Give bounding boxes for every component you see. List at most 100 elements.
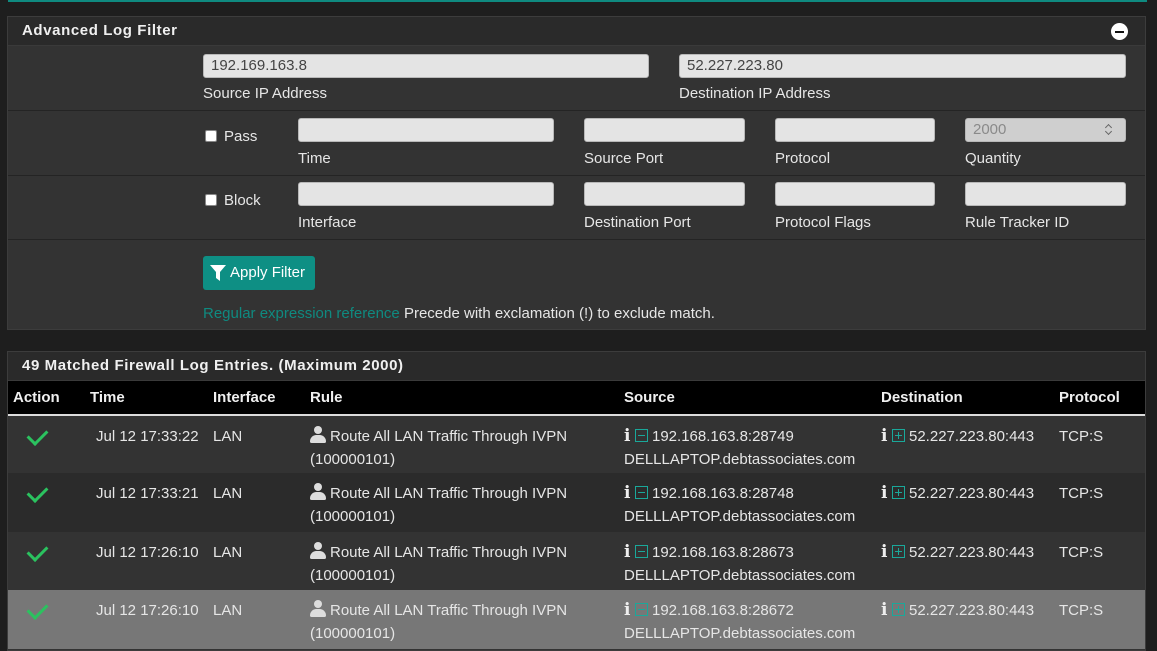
destination-ip-input[interactable]: 52.227.223.80 bbox=[679, 54, 1126, 78]
panel-header: Advanced Log Filter bbox=[8, 17, 1145, 46]
info-icon[interactable]: i bbox=[881, 425, 888, 448]
column-header-interface[interactable]: Interface bbox=[208, 381, 305, 416]
info-icon[interactable]: i bbox=[881, 482, 888, 505]
pass-check-icon[interactable] bbox=[26, 424, 49, 446]
regex-help: Regular expression reference Precede wit… bbox=[203, 305, 715, 322]
interface-cell: LAN bbox=[213, 428, 243, 445]
rule-id: (100000101) bbox=[310, 508, 396, 525]
regex-reference-link[interactable]: Regular expression reference bbox=[203, 305, 400, 322]
info-icon[interactable]: i bbox=[624, 599, 631, 622]
destination-port-input[interactable] bbox=[584, 182, 745, 206]
table-row: Jul 12 17:26:10 LAN Route All LAN Traffi… bbox=[8, 532, 1145, 590]
block-label: Block bbox=[224, 192, 261, 209]
interface-cell: LAN bbox=[213, 544, 243, 561]
pass-label: Pass bbox=[224, 128, 258, 145]
source-address: 192.168.163.8:28673 bbox=[652, 544, 794, 561]
destination-port-label: Destination Port bbox=[584, 214, 691, 231]
info-icon[interactable]: i bbox=[881, 541, 888, 564]
plus-icon[interactable] bbox=[892, 429, 905, 442]
quantity-input[interactable]: 2000 bbox=[965, 118, 1126, 142]
rule-name[interactable]: Route All LAN Traffic Through IVPN bbox=[330, 428, 567, 445]
info-icon[interactable]: i bbox=[624, 541, 631, 564]
rule-name[interactable]: Route All LAN Traffic Through IVPN bbox=[330, 602, 567, 619]
table-row: Jul 12 17:33:21 LAN Route All LAN Traffi… bbox=[8, 473, 1145, 532]
protocol-cell: TCP:S bbox=[1059, 485, 1104, 502]
destination-address: 52.227.223.80:443 bbox=[909, 602, 1035, 619]
plus-icon[interactable] bbox=[892, 603, 905, 616]
column-header-source[interactable]: Source bbox=[619, 381, 876, 416]
column-header-rule[interactable]: Rule bbox=[305, 381, 619, 416]
rule-tracker-id-label: Rule Tracker ID bbox=[965, 214, 1070, 231]
pass-checkbox[interactable] bbox=[205, 130, 217, 142]
column-header-time[interactable]: Time bbox=[85, 381, 208, 416]
interface-cell: LAN bbox=[213, 602, 243, 619]
destination-address: 52.227.223.80:443 bbox=[909, 485, 1035, 502]
rule-id: (100000101) bbox=[310, 625, 396, 642]
minus-icon[interactable] bbox=[635, 429, 648, 442]
source-hostname: DELLLAPTOP.debtassociates.com bbox=[624, 508, 856, 525]
info-icon[interactable]: i bbox=[624, 425, 631, 448]
plus-icon[interactable] bbox=[892, 545, 905, 558]
user-icon bbox=[310, 426, 326, 443]
apply-filter-button[interactable]: Apply Filter bbox=[203, 256, 315, 290]
rule-cell: Route All LAN Traffic Through IVPN (10000… bbox=[305, 590, 619, 649]
plus-icon[interactable] bbox=[892, 486, 905, 499]
minus-icon[interactable] bbox=[635, 486, 648, 499]
firewall-log-panel: 49 Matched Firewall Log Entries. (Maximu… bbox=[7, 351, 1146, 651]
minus-icon[interactable] bbox=[635, 545, 648, 558]
info-icon[interactable]: i bbox=[624, 482, 631, 505]
time-cell: Jul 12 17:33:21 bbox=[96, 485, 199, 502]
rule-cell: Route All LAN Traffic Through IVPN (10000… bbox=[305, 532, 619, 590]
table-row: Jul 12 17:33:22 LAN Route All LAN Traffi… bbox=[8, 415, 1145, 473]
log-title: 49 Matched Firewall Log Entries. (Maximu… bbox=[22, 357, 404, 374]
destination-cell: i 52.227.223.80:443 bbox=[876, 590, 1054, 649]
source-address: 192.168.163.8:28672 bbox=[652, 602, 794, 619]
source-cell: i 192.168.163.8:28672 DELLLAPTOP.debtassoc… bbox=[619, 590, 876, 649]
pass-check-icon[interactable] bbox=[26, 540, 49, 562]
rule-cell: Route All LAN Traffic Through IVPN (10000… bbox=[305, 473, 619, 532]
time-cell: Jul 12 17:33:22 bbox=[96, 428, 199, 445]
source-address: 192.168.163.8:28749 bbox=[652, 428, 794, 445]
column-header-destination[interactable]: Destination bbox=[876, 381, 1054, 416]
interface-cell: LAN bbox=[213, 485, 243, 502]
source-ip-input[interactable]: 192.169.163.8 bbox=[203, 54, 649, 78]
source-hostname: DELLLAPTOP.debtassociates.com bbox=[624, 567, 856, 584]
user-icon bbox=[310, 483, 326, 500]
destination-address: 52.227.223.80:443 bbox=[909, 428, 1035, 445]
time-input[interactable] bbox=[298, 118, 554, 142]
quantity-label: Quantity bbox=[965, 150, 1021, 167]
collapse-icon[interactable] bbox=[1111, 23, 1128, 40]
info-icon[interactable]: i bbox=[881, 599, 888, 622]
source-cell: i 192.168.163.8:28673 DELLLAPTOP.debtassoc… bbox=[619, 532, 876, 590]
time-cell: Jul 12 17:26:10 bbox=[96, 602, 199, 619]
pass-check-icon[interactable] bbox=[26, 598, 49, 620]
protocol-flags-label: Protocol Flags bbox=[775, 214, 871, 231]
quantity-spinner-icon[interactable] bbox=[1105, 123, 1113, 137]
protocol-cell: TCP:S bbox=[1059, 544, 1104, 561]
block-checkbox[interactable] bbox=[205, 194, 217, 206]
filter-icon bbox=[210, 265, 226, 281]
protocol-flags-input[interactable] bbox=[775, 182, 935, 206]
apply-filter-label: Apply Filter bbox=[230, 264, 306, 281]
rule-name[interactable]: Route All LAN Traffic Through IVPN bbox=[330, 544, 567, 561]
table-header-row: Action Time Interface Rule Source Destin… bbox=[8, 381, 1145, 416]
protocol-cell: TCP:S bbox=[1059, 602, 1104, 619]
source-cell: i 192.168.163.8:28748 DELLLAPTOP.debtassoc… bbox=[619, 473, 876, 532]
time-label: Time bbox=[298, 150, 331, 167]
interface-input[interactable] bbox=[298, 182, 554, 206]
panel-title: Advanced Log Filter bbox=[22, 22, 178, 39]
protocol-input[interactable] bbox=[775, 118, 935, 142]
column-header-action[interactable]: Action bbox=[8, 381, 85, 416]
rule-name[interactable]: Route All LAN Traffic Through IVPN bbox=[330, 485, 567, 502]
table-row: Jul 12 17:26:10 LAN Route All LAN Traffi… bbox=[8, 590, 1145, 649]
column-header-protocol[interactable]: Protocol bbox=[1054, 381, 1145, 416]
rule-tracker-id-input[interactable] bbox=[965, 182, 1126, 206]
pass-check-icon[interactable] bbox=[26, 481, 49, 503]
minus-icon[interactable] bbox=[635, 603, 648, 616]
log-table: Action Time Interface Rule Source Destin… bbox=[8, 381, 1145, 649]
rule-id: (100000101) bbox=[310, 567, 396, 584]
interface-label: Interface bbox=[298, 214, 357, 231]
source-port-input[interactable] bbox=[584, 118, 745, 142]
top-accent-line bbox=[8, 0, 1147, 2]
destination-address: 52.227.223.80:443 bbox=[909, 544, 1035, 561]
